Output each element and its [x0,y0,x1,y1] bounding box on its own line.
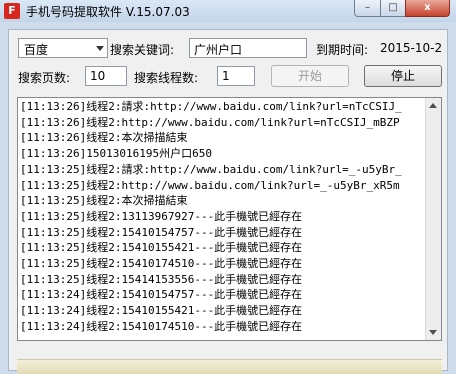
log-line: [11:13:24]线程2:15410174510---此手機號已經存在 [20,319,303,333]
scroll-down-icon[interactable] [429,330,437,335]
pages-label: 搜索页数: [18,71,71,85]
window-title: 手机号码提取软件 V.15.07.03 [26,5,190,19]
log-lines: [11:13:26]线程2:請求:http://www.baidu.com/li… [20,99,427,335]
log-line: [11:13:25]线程2:15410155421---此手機號已經存在 [20,241,303,255]
chevron-down-icon [96,46,104,51]
log-line: [11:13:26]线程2:本次掃描結束 [20,131,188,145]
log-line: [11:13:26]15013016195州户口650 [20,147,212,161]
log-line: [11:13:25]线程2:15414153556---此手機號已經存在 [20,272,303,286]
search-engine-value: 百度 [24,43,49,57]
maximize-button[interactable]: □ [380,0,406,17]
threads-input[interactable]: 1 [217,66,255,86]
keyword-input[interactable]: 广州户口 [189,38,307,58]
log-line: [11:13:25]线程2:13113967927---此手機號已經存在 [20,209,303,223]
log-line: [11:13:25]线程2:15410174510---此手機號已經存在 [20,257,303,271]
log-line: [11:13:25]线程2:請求:http://www.baidu.com/li… [20,162,402,176]
expire-value: 2015-10-2 [380,41,443,55]
pages-input[interactable]: 10 [85,66,127,86]
start-button[interactable]: 开始 [271,65,349,87]
log-line: [11:13:24]线程2:15410155421---此手機號已經存在 [20,304,303,318]
minimize-button[interactable]: – [354,0,381,17]
log-line: [11:13:26]线程2:請求:http://www.baidu.com/li… [20,100,402,113]
log-list[interactable]: [11:13:26]线程2:請求:http://www.baidu.com/li… [17,97,442,341]
app-icon: F [4,3,20,19]
log-line: [11:13:25]线程2:http://www.baidu.com/link?… [20,178,400,192]
search-engine-select[interactable]: 百度 [18,38,108,58]
scroll-up-icon[interactable] [429,103,437,108]
stop-button[interactable]: 停止 [364,65,442,87]
log-line: [11:13:25]线程2:15410154757---此手機號已經存在 [20,225,303,239]
keyword-label: 搜索关键词: [110,43,175,57]
threads-label: 搜索线程数: [134,71,199,85]
log-line: [11:13:24]线程2:15410154757---此手機號已經存在 [20,288,303,302]
log-scrollbar[interactable] [425,98,441,340]
close-button[interactable]: x [405,0,450,17]
log-line: [11:13:25]线程2:本次掃描結束 [20,194,188,208]
expire-label: 到期时间: [316,43,369,57]
main-panel: 百度 搜索关键词: 广州户口 到期时间: 2015-10-2 搜索页数: 10 … [8,29,448,374]
title-bar: F 手机号码提取软件 V.15.07.03 – □ x [0,0,456,22]
log-line: [11:13:26]线程2:http://www.baidu.com/link?… [20,115,400,129]
bottom-banner [17,359,442,374]
